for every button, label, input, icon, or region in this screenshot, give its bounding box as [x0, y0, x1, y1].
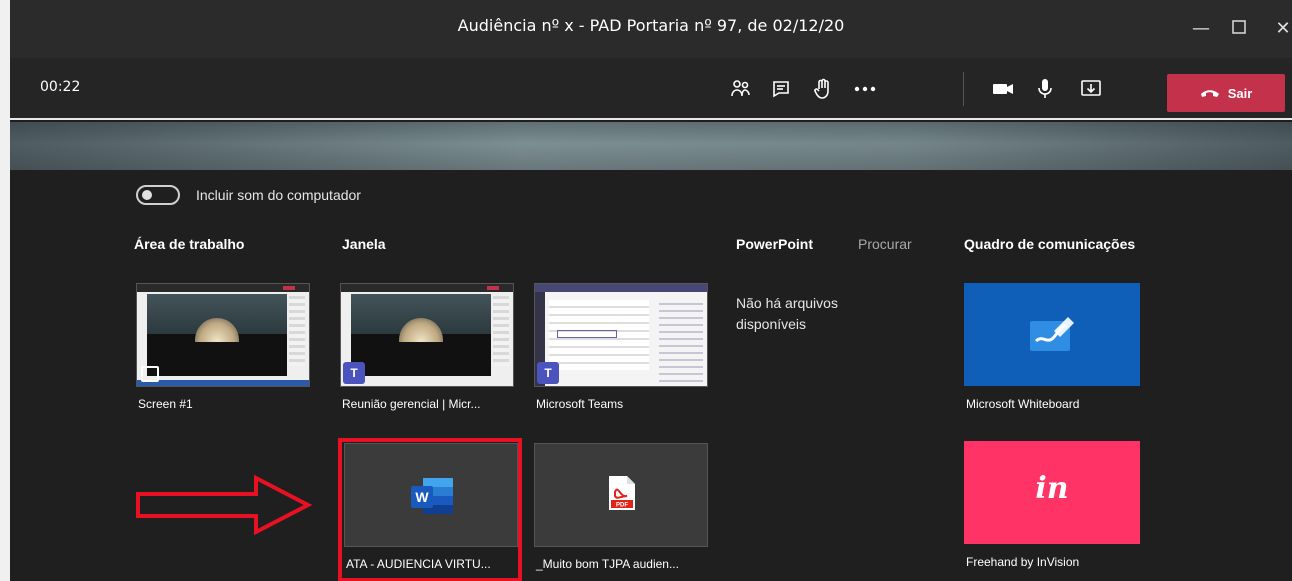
window-teams-thumbnail[interactable]: T	[534, 283, 708, 387]
svg-text:PDF: PDF	[616, 503, 628, 509]
include-audio-label: Incluir som do computador	[196, 187, 361, 203]
pdf-icon: PDF	[609, 476, 635, 510]
teams-window: Audiência nº x - PAD Portaria nº 97, de …	[10, 0, 1292, 581]
call-timer: 00:22	[40, 79, 81, 95]
invision-logo: in	[1035, 471, 1069, 506]
screen-1-thumbnail[interactable]	[136, 283, 310, 387]
window-title: Audiência nº x - PAD Portaria nº 97, de …	[457, 16, 845, 35]
share-tray: Incluir som do computador Área de trabal…	[10, 170, 1292, 581]
window-pdf-thumbnail[interactable]: PDF	[534, 443, 708, 547]
close-icon[interactable]: ✕	[1268, 14, 1292, 44]
meeting-toolbar: 00:22 Sair	[10, 58, 1292, 120]
maximize-icon[interactable]	[1224, 14, 1254, 44]
include-audio-toggle[interactable]	[136, 185, 180, 205]
annotation-arrow-icon	[136, 474, 313, 536]
leave-label: Sair	[1227, 85, 1253, 101]
microphone-icon[interactable]	[1030, 76, 1060, 102]
teams-icon: T	[343, 362, 365, 384]
section-whiteboard: Quadro de comunicações	[964, 236, 1136, 252]
browse-link[interactable]: Procurar	[858, 236, 912, 252]
camera-icon[interactable]	[988, 76, 1018, 102]
raise-hand-icon[interactable]	[808, 76, 838, 102]
section-window: Janela	[342, 236, 386, 252]
participants-icon[interactable]	[726, 76, 756, 102]
powerpoint-empty-text: Não há arquivos disponíveis	[736, 295, 838, 332]
section-powerpoint[interactable]: PowerPoint	[736, 236, 813, 252]
toolbar-divider	[963, 72, 964, 106]
window-reuniao-thumbnail[interactable]: T	[340, 283, 514, 387]
share-icon[interactable]	[1076, 76, 1106, 102]
video-preview-strip	[10, 122, 1292, 170]
freehand-invision-tile[interactable]: in	[964, 441, 1140, 544]
microsoft-whiteboard-tile[interactable]	[964, 283, 1140, 386]
leave-button[interactable]: Sair	[1167, 74, 1285, 112]
window-reuniao-label: Reunião gerencial | Micr...	[342, 397, 481, 411]
more-icon[interactable]	[850, 76, 880, 102]
freehand-invision-label: Freehand by InVision	[966, 555, 1080, 569]
window-teams-label: Microsoft Teams	[536, 397, 624, 411]
window-pdf-label: _Muito bom TJPA audien...	[536, 557, 679, 571]
chat-icon[interactable]	[766, 76, 796, 102]
minimize-icon[interactable]: —	[1186, 14, 1216, 44]
screen-icon	[141, 366, 159, 382]
whiteboard-icon	[1030, 317, 1074, 351]
microsoft-whiteboard-label: Microsoft Whiteboard	[966, 397, 1080, 411]
teams-icon: T	[537, 362, 559, 384]
screen-1-label: Screen #1	[138, 397, 193, 411]
title-bar: Audiência nº x - PAD Portaria nº 97, de …	[10, 0, 1292, 58]
hangup-icon	[1200, 90, 1219, 97]
annotation-highlight-box	[338, 438, 522, 581]
section-desktop: Área de trabalho	[134, 236, 245, 252]
